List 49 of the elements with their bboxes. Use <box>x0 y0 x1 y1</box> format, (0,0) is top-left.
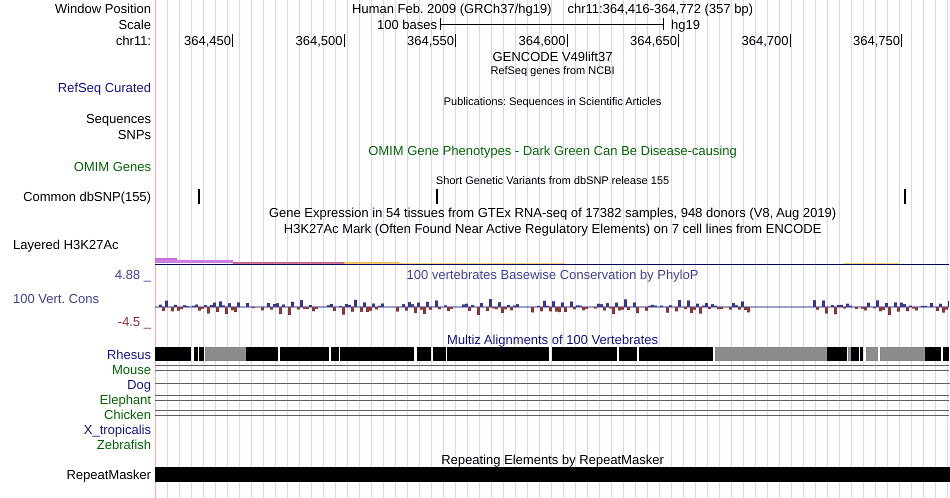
species-label: Chicken <box>104 408 151 421</box>
ruler-tick <box>455 34 456 47</box>
window-position-label: Window Position <box>54 2 151 14</box>
ruler-tick <box>566 34 568 47</box>
ruler-tick-label: 364,650 <box>630 34 677 46</box>
track-label: Layered H3K27Ac <box>13 238 119 250</box>
species-label: Elephant <box>100 393 151 406</box>
position-text: chr11:364,416-364,772 (357 bp) <box>567 2 753 14</box>
snp-mark <box>904 189 906 204</box>
ruler-tick-label: 364,600 <box>518 34 566 46</box>
axis-max-label: 4.88 _ <box>114 268 151 280</box>
track-title: Short Genetic Variants from dbSNP release 155 <box>436 176 670 187</box>
ruler-tick-label: 364,750 <box>853 34 900 46</box>
scale-assembly: hg19 <box>671 18 700 30</box>
track-label: Common dbSNP(155) <box>23 190 151 203</box>
ruler-tick-label: 364,450 <box>184 34 231 46</box>
track-title: OMIM Gene Phenotypes - Dark Green Can Be Disease-causing <box>368 144 737 156</box>
track-label: Sequences <box>86 112 151 124</box>
species-label: Rhesus <box>106 348 151 360</box>
track-title: H3K27Ac Mark (Often Found Near Active Regulatory Elements) on 7 cell lines from ENCODE <box>284 222 822 234</box>
track-title: Multiz Alignments of 100 Vertebrates <box>446 332 658 346</box>
species-label: Zebrafish <box>96 438 151 451</box>
track-title: Gene Expression in 54 tissues from GTEx RNA-seq of 17382 samples, 948 donors (V8, Aug 2019) <box>268 206 836 218</box>
track-label: RepeatMasker <box>66 468 151 481</box>
snp-mark <box>436 189 438 204</box>
track-title: Publications: Sequences in Scientific Articles <box>444 97 662 108</box>
scale-length: 100 bases <box>377 18 437 30</box>
ruler-tick <box>232 34 233 47</box>
assembly-title: Human Feb. 2009 (GRCh37/hg19) <box>352 2 552 14</box>
track-title: RefSeq genes from NCBI <box>490 66 615 77</box>
chromosome-label: chr11: <box>116 34 151 46</box>
track-label: OMIM Genes <box>74 160 151 172</box>
track-label: RefSeq Curated <box>58 80 151 94</box>
ruler-tick <box>901 34 902 47</box>
track-title: GENCODE V49lift37 <box>492 50 612 62</box>
track-label: SNPs <box>118 128 151 140</box>
track-title: 100 vertebrates Basewise Conservation by PhyloP <box>406 268 698 280</box>
track-label: 100 Vert. Cons <box>13 292 99 305</box>
species-label: Mouse <box>112 363 151 376</box>
ruler-tick <box>678 34 679 47</box>
track-title: Repeating Elements by RepeatMasker <box>441 453 664 466</box>
ruler-tick-label: 364,500 <box>296 34 342 46</box>
species-label: Dog <box>127 378 151 391</box>
axis-min-label: -4.5 _ <box>118 315 151 328</box>
scale-label: Scale <box>118 18 151 30</box>
ruler-tick-label: 364,550 <box>407 34 454 46</box>
species-label: X_tropicalis <box>84 423 151 436</box>
snp-mark <box>198 189 200 204</box>
ruler-tick-label: 364,700 <box>742 34 788 46</box>
